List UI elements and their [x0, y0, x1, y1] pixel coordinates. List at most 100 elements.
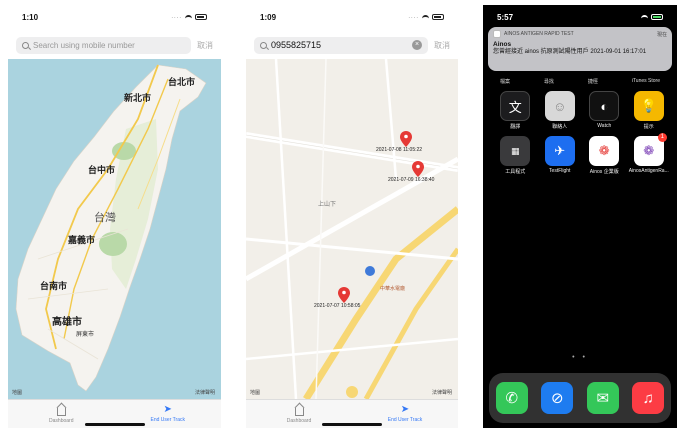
city-label-tainan: 台南市 — [40, 281, 68, 291]
city-label-new-taipei: 新北市 — [124, 93, 152, 103]
area-label: 上山下 — [318, 202, 337, 208]
app-tips[interactable]: 💡 提示 — [627, 91, 672, 130]
app-label: 工具程式 — [505, 169, 526, 175]
tab-dashboard-label: Dashboard — [49, 417, 74, 424]
search-input[interactable]: Search using mobile number — [16, 36, 191, 54]
app-testflight[interactable]: ✈ TestFlight — [538, 136, 583, 175]
push-notification[interactable]: AINOS ANTIGEN RAPID TEST 現在 Ainos 您曾經接近 … — [488, 27, 672, 71]
app-label: 翻譯 — [510, 124, 521, 130]
app-label: 聯絡人 — [552, 124, 568, 130]
location-arrow-icon: ➤ — [163, 404, 172, 415]
app-label-shortcuts[interactable]: 捷徑 — [588, 78, 598, 85]
notification-header: AINOS ANTIGEN RAPID TEST 現在 — [493, 30, 667, 38]
app-label: 提示 — [643, 124, 654, 130]
legal-link[interactable]: 法律聲明 — [432, 389, 452, 396]
notification-app-name: AINOS ANTIGEN RAPID TEST — [504, 31, 574, 37]
app-label: Ainos 企業版 — [589, 169, 619, 175]
status-bar: 5:57 — [483, 5, 677, 29]
status-time: 1:10 — [22, 12, 39, 22]
search-value: 0955825715 — [271, 40, 322, 50]
search-icon — [22, 41, 29, 49]
contacts-icon: ☺ — [544, 91, 575, 121]
notification-title: Ainos — [493, 41, 512, 48]
tips-icon: 💡 — [633, 91, 664, 121]
pin-label: 2021-07-07 10:58:05 — [314, 303, 361, 309]
wifi-icon — [185, 14, 192, 20]
clear-icon[interactable]: × — [412, 40, 422, 50]
region-label-taiwan: 台灣 — [94, 212, 116, 224]
safari-icon[interactable]: ⊘ — [541, 382, 574, 414]
taiwan-island — [15, 64, 207, 392]
watch-icon: ◐ — [589, 91, 620, 121]
city-label-taichung: 台中市 — [88, 165, 116, 175]
ainos-enterprise-icon: ❁ — [589, 136, 620, 166]
city-label-taipei: 台北市 — [168, 77, 196, 87]
home-indicator[interactable] — [322, 423, 382, 426]
music-icon[interactable]: ♫ — [632, 382, 665, 414]
battery-icon — [651, 14, 663, 20]
app-label: TestFlight — [549, 168, 571, 174]
search-input[interactable]: 0955825715 × — [254, 36, 428, 54]
search-row: Search using mobile number 取消 — [8, 35, 221, 55]
search-icon — [260, 41, 267, 49]
map-view[interactable]: 2021-07-08 11:05:22 2021-07-09 16:38:40 … — [246, 59, 458, 399]
app-utilities-folder[interactable]: ▦ 工具程式 — [493, 136, 538, 175]
location-pin-icon[interactable] — [400, 131, 412, 147]
apple-maps-logo: 地圖 — [250, 390, 261, 396]
top-row-app-labels: 檔案 尋找 捷徑 iTunes Store — [483, 78, 677, 85]
app-contacts[interactable]: ☺ 聯絡人 — [538, 91, 583, 130]
app-ainos-enterprise[interactable]: ❁ Ainos 企業版 — [582, 136, 627, 175]
translate-icon: 文 — [500, 91, 531, 121]
battery-icon — [195, 14, 207, 20]
app-translate[interactable]: 文 翻譯 — [493, 91, 538, 130]
ainos-app-icon — [493, 30, 501, 38]
city-label-chiayi: 嘉義市 — [68, 235, 96, 245]
app-grid: 文 翻譯 ☺ 聯絡人 ◐ Watch 💡 提示 ▦ 工具程式 ✈ TestFli… — [493, 91, 671, 175]
apple-maps-logo: 地圖 — [12, 390, 23, 396]
city-label-pingtung: 屏東市 — [76, 332, 95, 338]
cancel-button[interactable]: 取消 — [434, 40, 450, 51]
phone-screen-taiwan-map: 1:10 .... Search using mobile number 取消 … — [8, 5, 221, 428]
home-icon — [56, 407, 66, 416]
page-indicator[interactable]: • • — [483, 354, 677, 361]
search-row: 0955825715 × 取消 — [246, 35, 458, 55]
cancel-button[interactable]: 取消 — [197, 40, 213, 51]
ainos-antigen-icon: ❁ 1 — [633, 133, 667, 166]
app-label-itunes[interactable]: iTunes Store — [632, 78, 660, 85]
city-label-kaohsiung: 高雄市 — [52, 317, 82, 328]
tab-dashboard-label: Dashboard — [286, 417, 312, 424]
app-label: Watch — [597, 123, 612, 129]
status-indicators: .... — [171, 14, 207, 20]
location-arrow-icon: ➤ — [400, 404, 410, 415]
messages-icon[interactable]: ✉ — [586, 382, 619, 414]
location-pin-icon[interactable] — [412, 161, 424, 177]
app-label: AinosAntigenRa... — [628, 168, 669, 174]
status-indicators — [641, 14, 663, 20]
status-indicators: .... — [408, 14, 444, 20]
location-pin-icon[interactable] — [338, 287, 350, 303]
app-label-files[interactable]: 檔案 — [500, 78, 510, 85]
map-view[interactable]: 台北市 新北市 台中市 台灣 嘉義市 台南市 高雄市 屏東市 地圖 法律聲明 — [8, 59, 221, 399]
app-ainos-antigen[interactable]: ❁ 1 AinosAntigenRa... — [627, 133, 672, 175]
signal-icon: .... — [408, 14, 419, 20]
legal-link[interactable]: 法律聲明 — [195, 389, 215, 396]
pin-label: 2021-07-09 16:38:40 — [388, 177, 435, 183]
home-indicator[interactable] — [84, 423, 145, 426]
poi-label: 中華水電廠 — [380, 286, 406, 292]
phone-icon[interactable]: ✆ — [495, 382, 528, 414]
pin-label: 2021-07-08 11:05:22 — [376, 147, 423, 153]
app-label-find[interactable]: 尋找 — [544, 78, 554, 85]
status-time: 1:09 — [260, 12, 277, 22]
dock: ✆ ⊘ ✉ ♫ — [489, 373, 671, 423]
tab-end-user-track-label: End User Track — [387, 417, 423, 423]
phone-screen-user-track: 1:09 .... 0955825715 × 取消 2021-07-08 11:… — [246, 5, 458, 428]
utilities-folder-icon: ▦ — [500, 136, 531, 166]
notification-body: 您曾經接近 ainos 抗原測試陽性用戶 2021-09-01 16:17:01 — [493, 49, 647, 55]
signal-icon: .... — [171, 14, 182, 20]
app-watch[interactable]: ◐ Watch — [582, 91, 627, 130]
street-map — [246, 59, 458, 399]
phone-screen-home-notification: 5:57 AINOS ANTIGEN RAPID TEST 現在 Ainos 您… — [483, 5, 677, 428]
status-bar: 1:09 .... — [246, 5, 458, 29]
battery-icon — [432, 14, 444, 20]
wifi-icon — [641, 14, 648, 20]
